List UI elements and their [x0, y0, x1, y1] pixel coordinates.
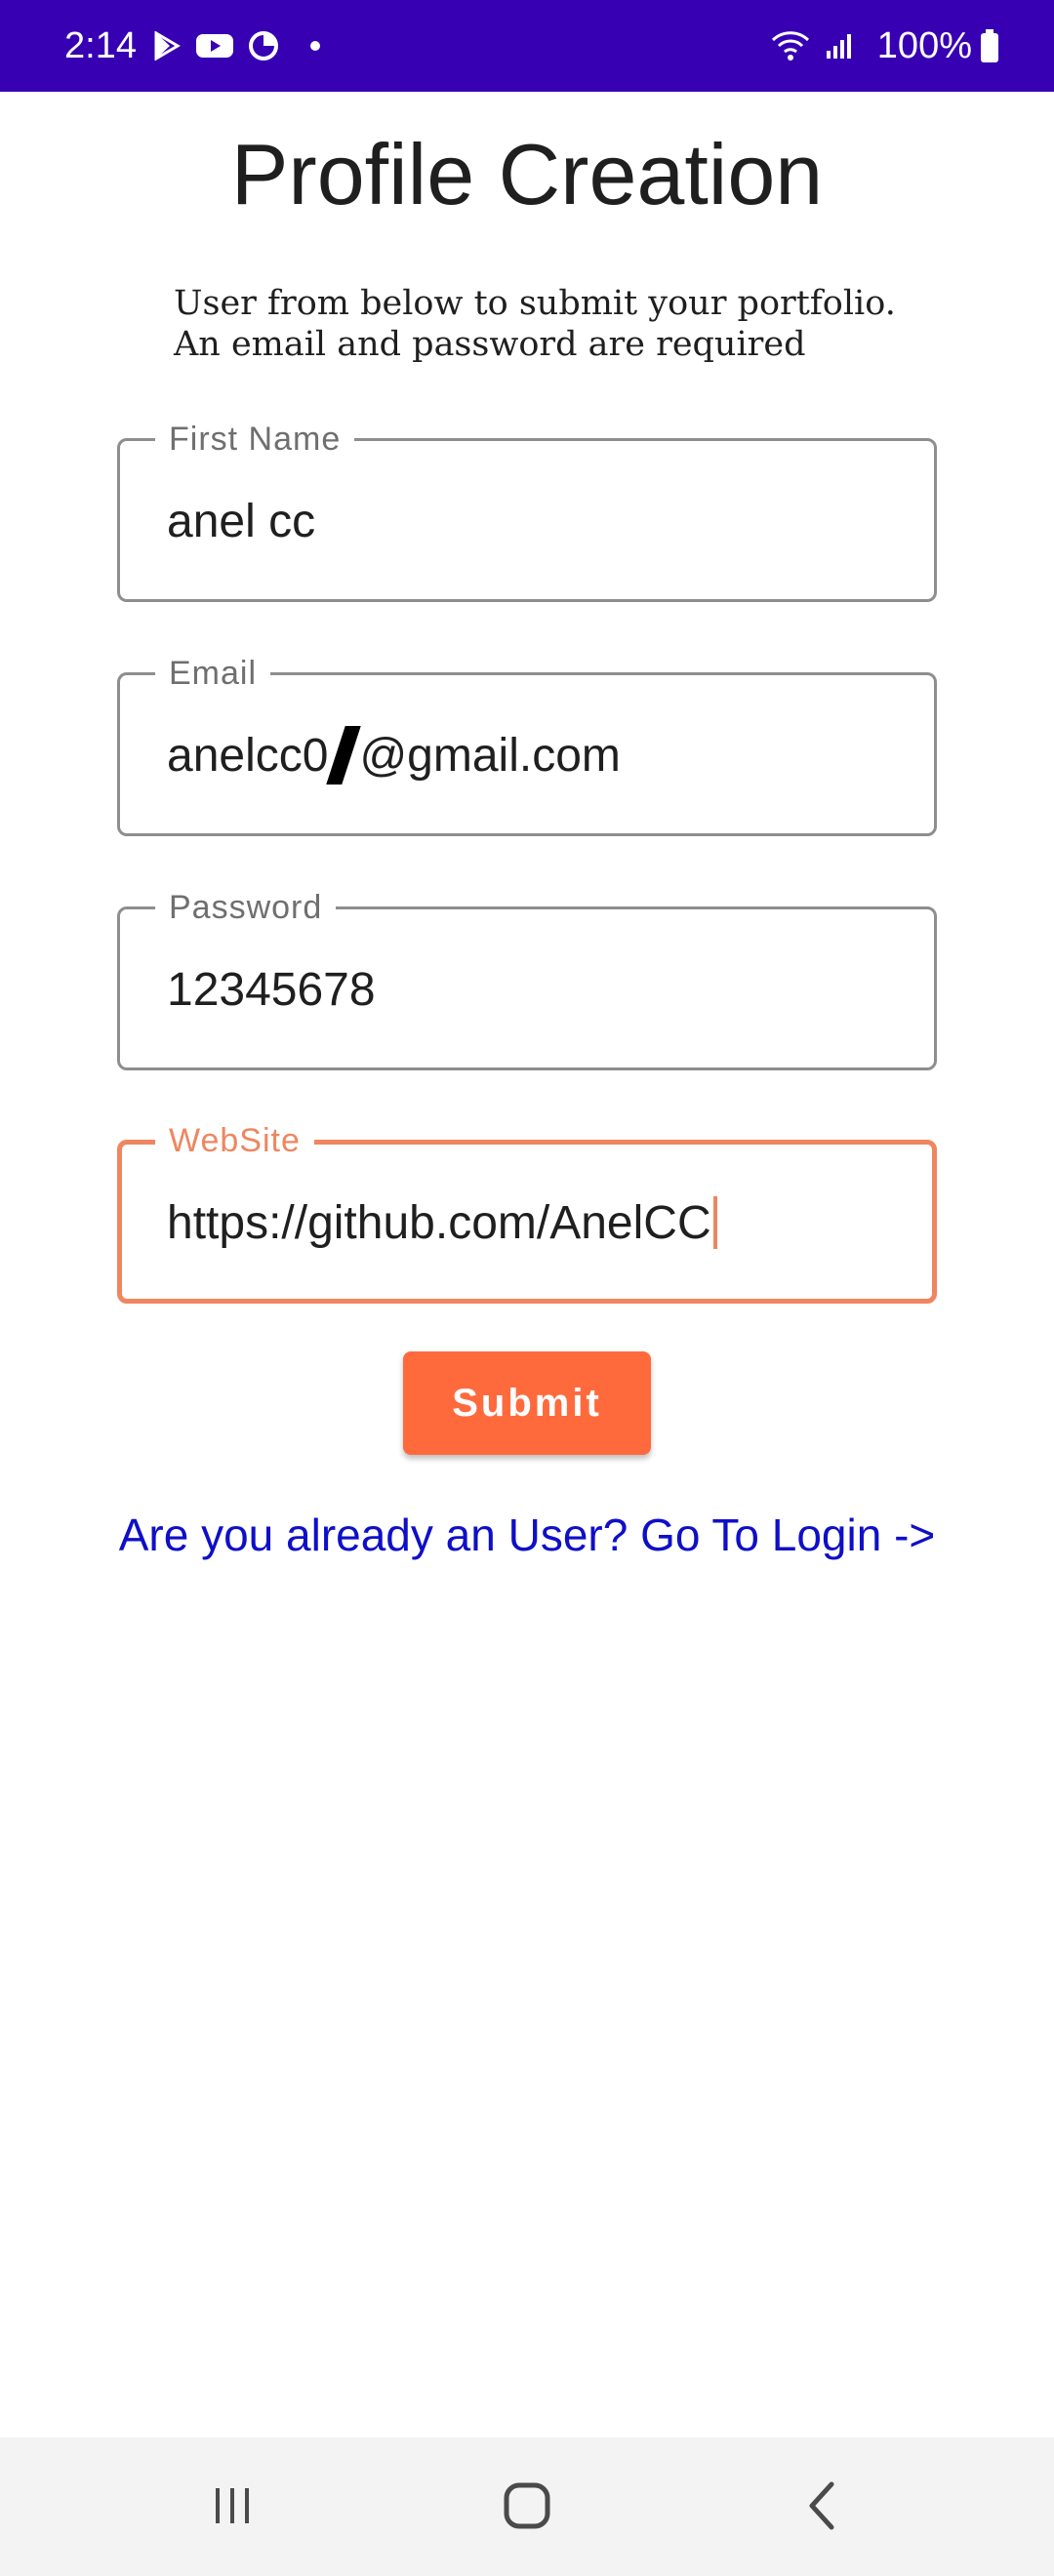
notification-dot-icon: [309, 41, 320, 51]
website-label: WebSite: [155, 1119, 314, 1162]
status-time: 2:14: [64, 24, 137, 66]
status-right: 100%: [770, 25, 1013, 67]
email-field[interactable]: Email anelcc0 @gmail.com: [117, 652, 937, 836]
website-value: https://github.com/AnelCC: [167, 1196, 711, 1249]
back-icon[interactable]: [785, 2476, 863, 2535]
password-label: Password: [155, 886, 337, 929]
website-input[interactable]: https://github.com/AnelCC: [167, 1195, 717, 1250]
email-value-suffix: @gmail.com: [359, 729, 621, 782]
data-saver-icon: [248, 30, 279, 61]
signal-icon: [825, 31, 854, 60]
subtitle-line-2: An email and password are required: [174, 325, 806, 364]
email-value-prefix: anelcc0: [167, 729, 329, 782]
wifi-icon: [770, 29, 811, 62]
page-title: Profile Creation: [230, 126, 824, 222]
redaction-mark: [326, 726, 362, 785]
go-to-login-link[interactable]: Are you already an User? Go To Login ->: [0, 1509, 1054, 1561]
first-name-label: First Name: [155, 418, 355, 461]
text-cursor: [712, 1196, 717, 1249]
website-field[interactable]: WebSite https://github.com/AnelCC: [117, 1119, 937, 1304]
home-icon[interactable]: [488, 2476, 566, 2535]
battery-percent: 100%: [876, 24, 972, 66]
navigation-bar: [0, 2437, 1054, 2576]
status-left: 2:14: [64, 25, 320, 67]
password-field[interactable]: Password 12345678: [117, 886, 937, 1070]
submit-button[interactable]: Submit: [403, 1351, 651, 1455]
email-input[interactable]: anelcc0 @gmail.com: [167, 726, 621, 785]
page-subtitle: User from below to submit your portfolio…: [174, 283, 954, 365]
status-bar: 2:14 100%: [0, 0, 1054, 92]
password-input[interactable]: 12345678: [167, 962, 376, 1017]
email-label: Email: [155, 652, 271, 695]
subtitle-line-1: User from below to submit your portfolio…: [174, 284, 896, 323]
play-store-icon: [152, 31, 182, 60]
recent-apps-icon[interactable]: [193, 2476, 271, 2535]
battery-icon: [980, 29, 999, 62]
first-name-input[interactable]: anel cc: [167, 494, 315, 548]
youtube-icon: [195, 31, 234, 60]
first-name-field[interactable]: First Name anel cc: [117, 418, 937, 602]
